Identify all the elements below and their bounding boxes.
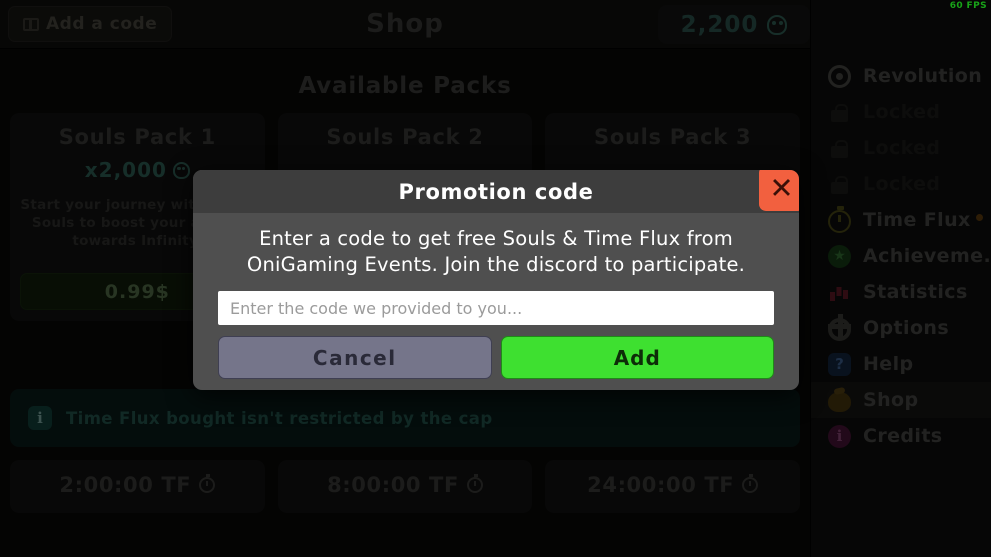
info-icon: i bbox=[28, 406, 52, 430]
sidebar-item-label: Revolution bbox=[863, 65, 983, 87]
dialog-body: Enter a code to get free Souls & Time Fl… bbox=[193, 213, 799, 390]
time-flux-card-label: 8:00:00 TF bbox=[327, 473, 459, 497]
promotion-code-dialog: Promotion code ✕ Enter a code to get fre… bbox=[193, 170, 799, 390]
soul-icon bbox=[767, 14, 788, 35]
time-flux-card[interactable]: 24:00:00 TF bbox=[545, 460, 801, 513]
time-flux-card-label: 2:00:00 TF bbox=[59, 473, 192, 497]
sidebar-item-label: Achieveme... bbox=[863, 245, 991, 267]
question-mark-icon bbox=[828, 352, 851, 376]
ticket-icon bbox=[23, 17, 39, 31]
dialog-actions: Cancel Add bbox=[218, 336, 774, 379]
game-screen: Add a code Shop 2,200 60 FPS Available P… bbox=[0, 0, 991, 557]
time-flux-card-title: 24:00:00 TF bbox=[553, 473, 792, 497]
sidebar-item-statistics[interactable]: Statistics bbox=[811, 274, 991, 310]
sidebar: Revolution Locked Locked Locked Time Flu… bbox=[810, 0, 991, 557]
pack-amount-value: x2,000 bbox=[84, 158, 167, 182]
time-flux-card[interactable]: 2:00:00 TF bbox=[10, 460, 265, 513]
sidebar-item-locked-3: Locked bbox=[811, 166, 991, 202]
dialog-header: Promotion code ✕ bbox=[193, 170, 799, 213]
money-bag-icon bbox=[828, 392, 851, 412]
target-icon bbox=[828, 64, 851, 88]
sidebar-item-label: Statistics bbox=[863, 281, 968, 303]
top-bar: Add a code Shop 2,200 bbox=[0, 0, 810, 49]
lock-icon bbox=[828, 173, 851, 196]
sidebar-item-options[interactable]: Options bbox=[811, 310, 991, 346]
stopwatch-icon bbox=[199, 474, 216, 493]
info-banner: i Time Flux bought isn't restricted by t… bbox=[10, 389, 800, 447]
pack-name: Souls Pack 3 bbox=[594, 125, 752, 149]
sidebar-item-label: Credits bbox=[863, 425, 943, 447]
lock-icon bbox=[828, 101, 851, 124]
sidebar-item-label: Locked bbox=[863, 173, 941, 195]
sidebar-item-label: Help bbox=[863, 353, 914, 375]
soul-icon bbox=[172, 161, 190, 179]
sidebar-item-revolution[interactable]: Revolution bbox=[811, 58, 991, 94]
stopwatch-icon bbox=[828, 205, 851, 233]
promo-code-input[interactable] bbox=[218, 291, 774, 325]
sidebar-item-label: Locked bbox=[863, 101, 941, 123]
stopwatch-icon bbox=[742, 474, 759, 493]
add-a-code-label: Add a code bbox=[46, 14, 158, 34]
info-banner-text: Time Flux bought isn't restricted by the… bbox=[66, 408, 493, 428]
sidebar-item-achievements[interactable]: Achieveme... bbox=[811, 238, 991, 274]
pack-name: Souls Pack 2 bbox=[326, 125, 484, 149]
add-button[interactable]: Add bbox=[500, 336, 774, 379]
sidebar-item-credits[interactable]: Credits bbox=[811, 418, 991, 454]
dialog-description: Enter a code to get free Souls & Time Fl… bbox=[246, 227, 746, 276]
medal-icon bbox=[828, 244, 851, 268]
sidebar-item-help[interactable]: Help bbox=[811, 346, 991, 382]
add-a-code-button[interactable]: Add a code bbox=[8, 6, 173, 42]
close-icon[interactable]: ✕ bbox=[759, 170, 799, 211]
souls-balance[interactable]: 2,200 bbox=[658, 5, 810, 44]
stopwatch-icon bbox=[466, 474, 483, 493]
sidebar-item-time-flux[interactable]: Time Flux bbox=[811, 202, 991, 238]
sidebar-item-label: Locked bbox=[863, 137, 941, 159]
sidebar-item-shop[interactable]: Shop bbox=[811, 382, 991, 418]
sidebar-item-label: Shop bbox=[863, 389, 919, 411]
pack-name: Souls Pack 1 bbox=[58, 125, 216, 149]
time-flux-card-label: 24:00:00 TF bbox=[587, 473, 735, 497]
sidebar-item-locked-2: Locked bbox=[811, 130, 991, 166]
sidebar-item-label: Time Flux bbox=[863, 209, 971, 231]
bar-chart-icon bbox=[828, 281, 851, 304]
cancel-button[interactable]: Cancel bbox=[218, 336, 492, 379]
sidebar-item-locked-1: Locked bbox=[811, 94, 991, 130]
time-flux-card[interactable]: 8:00:00 TF bbox=[277, 460, 533, 513]
available-packs-heading: Available Packs bbox=[298, 73, 512, 99]
sidebar-item-label: Options bbox=[863, 317, 950, 339]
time-flux-card-title: 2:00:00 TF bbox=[18, 473, 257, 497]
souls-balance-value: 2,200 bbox=[680, 11, 759, 38]
dialog-title: Promotion code bbox=[398, 179, 594, 204]
fps-counter: 60 FPS bbox=[949, 1, 987, 11]
time-flux-card-title: 8:00:00 TF bbox=[286, 473, 525, 497]
notification-dot bbox=[976, 214, 983, 221]
lock-icon bbox=[828, 137, 851, 160]
info-circle-icon bbox=[828, 424, 851, 448]
time-flux-row: 2:00:00 TF 8:00:00 TF 24:00:00 TF bbox=[0, 447, 810, 513]
gear-icon bbox=[828, 313, 851, 341]
